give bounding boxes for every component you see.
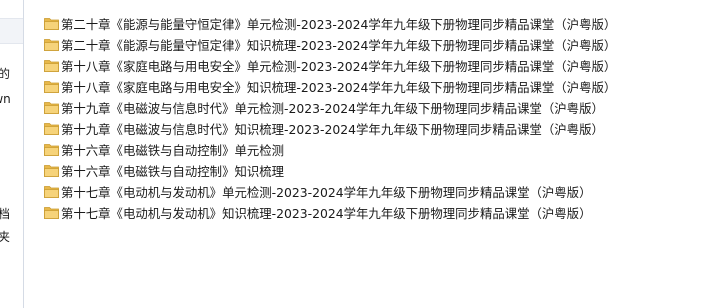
folder-row[interactable]: 第十九章《电磁波与信息时代》知识梳理-2023-2024学年九年级下册物理同步精… [40, 118, 700, 139]
nav-item-2[interactable]: own [0, 92, 23, 106]
folder-name: 第十六章《电磁铁与自动控制》知识梳理 [61, 163, 285, 179]
nav-item-label: 间的 [0, 67, 10, 81]
nav-item-label: own [0, 92, 11, 106]
folder-icon [44, 165, 59, 177]
folder-icon [44, 123, 59, 135]
folder-row[interactable]: 第十九章《电磁波与信息时代》单元检测-2023-2024学年九年级下册物理同步精… [40, 97, 700, 118]
folder-name: 第十六章《电磁铁与自动控制》单元检测 [61, 142, 285, 158]
folder-icon [44, 60, 59, 72]
nav-item-1[interactable]: 间的 [0, 67, 23, 81]
folder-icon [44, 39, 59, 51]
navigation-pane[interactable]: 间的 own F 文档 件夹 [0, 0, 24, 308]
folder-icon [44, 18, 59, 30]
folder-name: 第十八章《家庭电路与用电安全》知识梳理-2023-2024学年九年级下册物理同步… [61, 79, 617, 95]
folder-icon [44, 186, 59, 198]
nav-item-label: 件夹 [0, 230, 10, 244]
folder-name: 第十八章《家庭电路与用电安全》单元检测-2023-2024学年九年级下册物理同步… [61, 58, 617, 74]
nav-item-4[interactable]: 文档 [0, 207, 23, 221]
folder-icon [44, 144, 59, 156]
folder-row[interactable]: 第十六章《电磁铁与自动控制》知识梳理 [40, 160, 700, 181]
folder-row[interactable]: 第十六章《电磁铁与自动控制》单元检测 [40, 139, 700, 160]
folder-name: 第二十章《能源与能量守恒定律》知识梳理-2023-2024学年九年级下册物理同步… [61, 37, 617, 53]
folder-row[interactable]: 第二十章《能源与能量守恒定律》单元检测-2023-2024学年九年级下册物理同步… [40, 13, 700, 34]
folder-name: 第十七章《电动机与发动机》单元检测-2023-2024学年九年级下册物理同步精品… [61, 184, 592, 200]
file-list: 第二十章《能源与能量守恒定律》单元检测-2023-2024学年九年级下册物理同步… [40, 13, 700, 223]
folder-icon [44, 207, 59, 219]
navigation-pane-header [0, 18, 23, 44]
folder-row[interactable]: 第十八章《家庭电路与用电安全》知识梳理-2023-2024学年九年级下册物理同步… [40, 76, 700, 97]
nav-item-3[interactable]: F [0, 140, 23, 154]
folder-icon [44, 81, 59, 93]
nav-item-label: 文档 [0, 207, 10, 221]
folder-icon [44, 102, 59, 114]
folder-row[interactable]: 第十七章《电动机与发动机》知识梳理-2023-2024学年九年级下册物理同步精品… [40, 202, 700, 223]
folder-row[interactable]: 第十八章《家庭电路与用电安全》单元检测-2023-2024学年九年级下册物理同步… [40, 55, 700, 76]
explorer-window: 间的 own F 文档 件夹 第二十章《能源与能量守恒定律》单元检测-2023-… [0, 0, 714, 308]
folder-name: 第十七章《电动机与发动机》知识梳理-2023-2024学年九年级下册物理同步精品… [61, 205, 592, 221]
folder-name: 第十九章《电磁波与信息时代》知识梳理-2023-2024学年九年级下册物理同步精… [61, 121, 604, 137]
folder-row[interactable]: 第二十章《能源与能量守恒定律》知识梳理-2023-2024学年九年级下册物理同步… [40, 34, 700, 55]
folder-name: 第二十章《能源与能量守恒定律》单元检测-2023-2024学年九年级下册物理同步… [61, 16, 617, 32]
nav-item-5[interactable]: 件夹 [0, 230, 23, 244]
folder-name: 第十九章《电磁波与信息时代》单元检测-2023-2024学年九年级下册物理同步精… [61, 100, 604, 116]
folder-row[interactable]: 第十七章《电动机与发动机》单元检测-2023-2024学年九年级下册物理同步精品… [40, 181, 700, 202]
